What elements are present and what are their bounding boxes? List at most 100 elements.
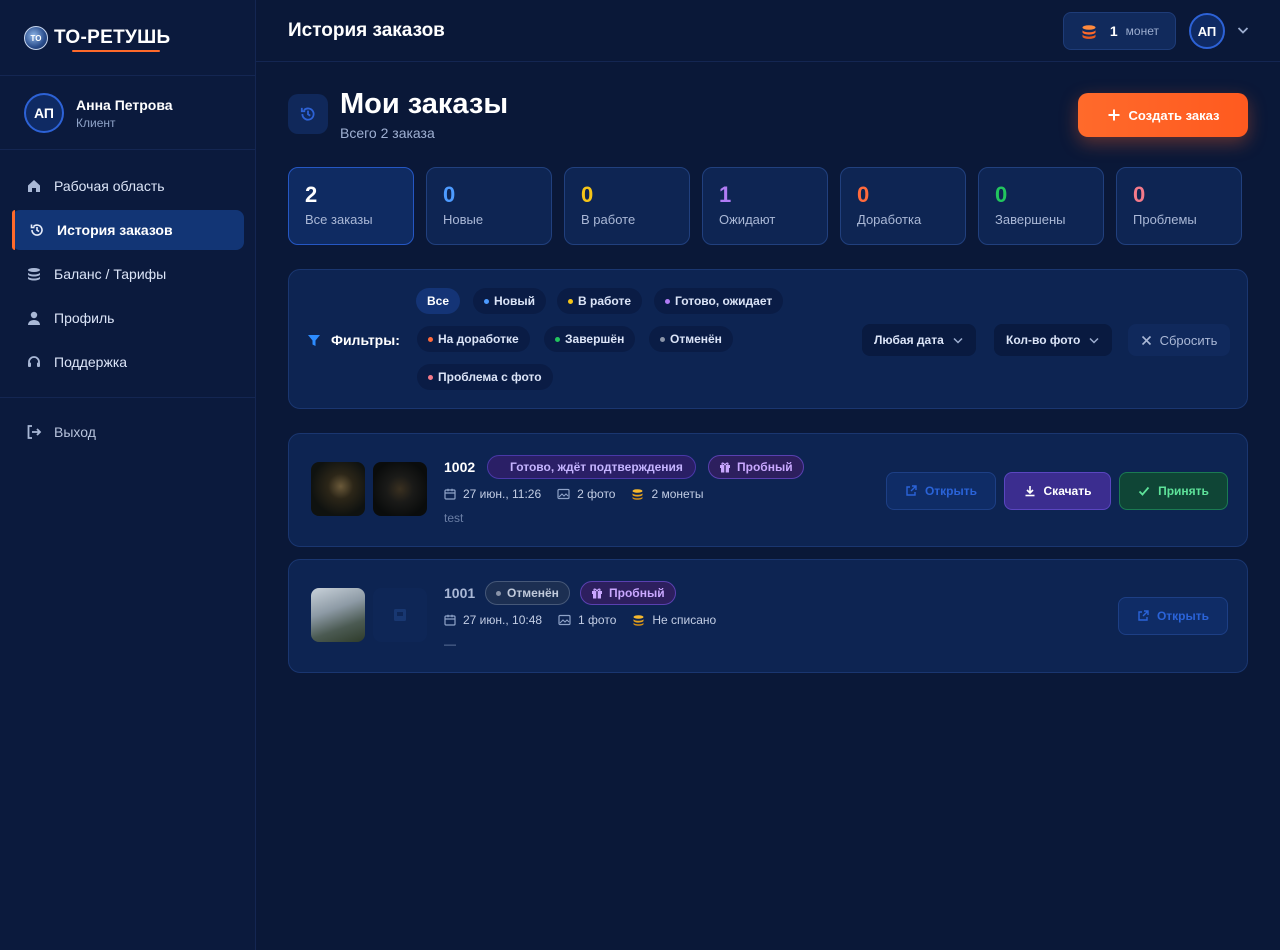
stat-value: 1 — [719, 182, 732, 207]
images-icon — [557, 488, 570, 500]
history-icon — [288, 94, 328, 134]
sidebar-divider — [0, 149, 256, 150]
filter-chip-cancelled[interactable]: Отменён — [649, 326, 733, 352]
reset-label: Сбросить — [1159, 332, 1218, 348]
coins-balance[interactable]: 1 монет — [1062, 12, 1176, 50]
order-id: 1001 — [444, 585, 476, 601]
open-label: Открыть — [924, 484, 978, 498]
stat-card-revision[interactable]: 0 Доработка — [840, 167, 966, 245]
logout-label: Выход — [54, 424, 96, 440]
stat-value: 0 — [581, 182, 594, 207]
image-placeholder-icon — [392, 607, 408, 623]
sidebar-item-support[interactable]: Поддержка — [12, 342, 244, 382]
order-meta: 27 июн., 11:26 2 фото 2 монеты — [444, 487, 703, 501]
user-role: Клиент — [76, 115, 116, 130]
filter-chip-revision[interactable]: На доработке — [417, 326, 530, 352]
status-dot — [555, 336, 560, 342]
stat-label: Проблемы — [1133, 212, 1197, 228]
header-title: История заказов — [288, 20, 445, 41]
sidebar-item-workspace[interactable]: Рабочая область — [12, 166, 244, 206]
logo-text: ТО-РЕТУШЬ — [54, 27, 171, 52]
status-dot — [660, 336, 665, 342]
order-card[interactable]: 1002 Готово, ждёт подтверждения Пробный … — [288, 433, 1248, 547]
chip-label: Отменён — [670, 332, 722, 346]
trial-text: Пробный — [737, 460, 793, 474]
open-order-button[interactable]: Открыть — [886, 472, 996, 510]
gift-icon — [719, 461, 731, 473]
order-date-text: 27 июн., 11:26 — [463, 487, 542, 501]
order-photo-placeholder — [373, 588, 427, 642]
calendar-icon — [444, 614, 456, 626]
page-subtitle: Всего 2 заказа — [340, 125, 435, 141]
filter-chip-ready[interactable]: Готово, ожидает — [654, 288, 784, 314]
order-date-text: 27 июн., 10:48 — [463, 613, 543, 627]
status-dot — [428, 336, 433, 342]
header-avatar[interactable]: АП — [1189, 13, 1225, 49]
coins-icon — [26, 266, 42, 282]
plus-icon — [1107, 108, 1121, 122]
external-link-icon — [905, 485, 917, 497]
order-coins: Не списано — [632, 613, 716, 627]
stat-label: Все заказы — [305, 212, 373, 228]
coins-icon — [1080, 24, 1098, 39]
chevron-down-icon[interactable] — [1236, 23, 1250, 37]
logout-button[interactable]: Выход — [26, 424, 96, 440]
stat-card-problems[interactable]: 0 Проблемы — [1116, 167, 1242, 245]
order-photos-text: 1 фото — [578, 613, 617, 627]
reset-filters-button[interactable]: Сбросить — [1128, 324, 1230, 356]
accept-button[interactable]: Принять — [1119, 472, 1228, 510]
stat-label: Ожидают — [719, 212, 776, 228]
date-filter-select[interactable]: Любая дата — [862, 324, 976, 356]
chip-label: В работе — [578, 294, 631, 308]
stat-card-waiting[interactable]: 1 Ожидают — [702, 167, 828, 245]
status-badge: Отменён — [485, 581, 570, 605]
stat-value: 0 — [857, 182, 870, 207]
status-dot — [428, 374, 433, 380]
order-photo-thumbnail[interactable] — [311, 588, 365, 642]
sidebar-nav: Рабочая область История заказов Баланс /… — [12, 166, 244, 386]
order-coins: 2 монеты — [631, 487, 703, 501]
chevron-down-icon — [1088, 334, 1100, 346]
sidebar-item-balance[interactable]: Баланс / Тарифы — [12, 254, 244, 294]
filter-chip-photo-problem[interactable]: Проблема с фото — [417, 364, 553, 390]
order-meta: 27 июн., 10:48 1 фото Не списано — [444, 613, 716, 627]
sidebar-item-history[interactable]: История заказов — [12, 210, 244, 250]
filter-chip-all[interactable]: Все — [416, 288, 461, 314]
download-button[interactable]: Скачать — [1004, 472, 1111, 510]
order-note: — — [444, 637, 456, 651]
logo[interactable]: TO ТО-РЕТУШЬ — [24, 25, 171, 52]
filter-chip-in-progress[interactable]: В работе — [557, 288, 642, 314]
filter-chip-new[interactable]: Новый — [473, 288, 546, 314]
status-dot — [496, 590, 501, 596]
open-order-button[interactable]: Открыть — [1118, 597, 1228, 635]
top-header: История заказов 1 монет АП — [256, 0, 1280, 62]
coins-icon — [632, 614, 645, 626]
create-order-label: Создать заказ — [1128, 107, 1220, 123]
chip-label: Проблема с фото — [438, 370, 542, 384]
stat-card-new[interactable]: 0 Новые — [426, 167, 552, 245]
check-icon — [1138, 485, 1150, 497]
close-icon — [1141, 335, 1152, 346]
open-label: Открыть — [1156, 609, 1210, 623]
create-order-button[interactable]: Создать заказ — [1078, 93, 1248, 137]
order-photo-thumbnail[interactable] — [311, 462, 365, 516]
coins-count: 1 — [1109, 23, 1118, 39]
order-card[interactable]: 1001 Отменён Пробный 27 июн., 10:48 1 фо… — [288, 559, 1248, 673]
stat-card-completed[interactable]: 0 Завершены — [978, 167, 1104, 245]
headset-icon — [26, 354, 42, 370]
home-icon — [26, 178, 42, 194]
download-label: Скачать — [1043, 484, 1092, 498]
order-photo-thumbnail[interactable] — [373, 462, 427, 516]
filter-chip-completed[interactable]: Завершён — [544, 326, 636, 352]
order-photos-text: 2 фото — [577, 487, 616, 501]
stat-card-in-progress[interactable]: 0 В работе — [564, 167, 690, 245]
sidebar-item-profile[interactable]: Профиль — [12, 298, 244, 338]
order-photos: 1 фото — [558, 613, 616, 627]
order-coins-text: Не списано — [652, 613, 717, 627]
chevron-down-icon — [952, 334, 964, 346]
sidebar-item-label: История заказов — [57, 222, 173, 238]
filters-panel: Фильтры: Все Новый В работе Готово, ожид… — [288, 269, 1248, 409]
coins-icon — [631, 488, 644, 500]
photo-count-select[interactable]: Кол-во фото — [994, 324, 1113, 356]
stat-card-all[interactable]: 2 Все заказы — [288, 167, 414, 245]
